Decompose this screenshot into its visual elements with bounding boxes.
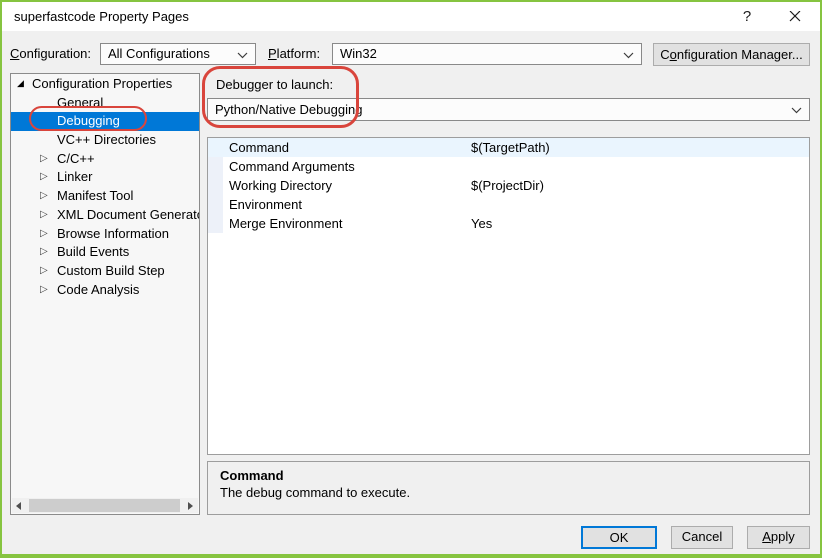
help-icon: ? (742, 8, 752, 25)
property-value-cell[interactable]: $(TargetPath) (464, 138, 809, 157)
window-border (0, 554, 822, 558)
tree-item-general[interactable]: General (11, 94, 199, 113)
tree-item-linker[interactable]: ▷ Linker (11, 168, 199, 187)
close-button[interactable] (780, 2, 810, 31)
tree-collapsed-icon[interactable]: ▷ (40, 225, 54, 244)
properties-tree: ◢ Configuration Properties General Debug… (10, 73, 200, 515)
property-value-cell[interactable] (464, 157, 809, 176)
grid-rows: Command $(TargetPath) Command Arguments … (208, 138, 809, 233)
property-row-command[interactable]: Command $(TargetPath) (208, 138, 809, 157)
help-button[interactable]: ? (732, 2, 762, 31)
property-name-cell[interactable]: Environment (223, 195, 464, 214)
tree-item-build-events[interactable]: ▷ Build Events (11, 243, 199, 262)
tree-item-c-cpp[interactable]: ▷ C/C++ (11, 150, 199, 169)
platform-combobox-value: Win32 (340, 46, 377, 61)
description-text: The debug command to execute. (220, 485, 411, 500)
property-name-cell[interactable]: Working Directory (223, 176, 464, 195)
platform-label: Platform: (268, 46, 321, 61)
property-name-cell[interactable]: Command Arguments (223, 157, 464, 176)
scroll-left-button[interactable] (12, 498, 27, 513)
tree-item-custom-build-step[interactable]: ▷ Custom Build Step (11, 262, 199, 281)
ok-button[interactable]: OK (581, 526, 657, 549)
property-name-cell[interactable]: Command (223, 138, 464, 157)
tree-collapsed-icon[interactable]: ▷ (40, 262, 54, 281)
tree-collapsed-icon[interactable]: ▷ (40, 150, 54, 169)
description-panel: Command The debug command to execute. (207, 461, 810, 515)
tree-collapsed-icon[interactable]: ▷ (40, 168, 54, 187)
platform-combobox[interactable]: Win32 (332, 43, 642, 65)
tree-item-configuration-properties[interactable]: ◢ Configuration Properties (11, 75, 199, 94)
window-title: superfastcode Property Pages (14, 9, 189, 24)
tree-item-debugging[interactable]: Debugging (11, 112, 199, 132)
tree-collapsed-icon[interactable]: ▷ (40, 281, 54, 300)
titlebar: superfastcode Property Pages ? (2, 2, 820, 31)
property-value-cell[interactable] (464, 195, 809, 214)
chevron-down-icon[interactable] (623, 52, 634, 59)
property-row-command-arguments[interactable]: Command Arguments (208, 157, 809, 176)
tree-item-code-analysis[interactable]: ▷ Code Analysis (11, 281, 199, 300)
tree-expanded-icon[interactable]: ◢ (17, 75, 31, 94)
configuration-combobox[interactable]: All Configurations (100, 43, 256, 65)
chevron-down-icon[interactable] (791, 107, 802, 114)
property-value-cell[interactable]: $(ProjectDir) (464, 176, 809, 195)
scrollbar-thumb[interactable] (29, 499, 180, 512)
configuration-manager-button[interactable]: Configuration Manager... (653, 43, 810, 66)
description-title: Command (220, 468, 284, 483)
cancel-button[interactable]: Cancel (671, 526, 733, 549)
left-arrow-icon (16, 502, 21, 510)
chevron-down-icon[interactable] (237, 52, 248, 59)
tree-collapsed-icon[interactable]: ▷ (40, 243, 54, 262)
property-pages-dialog: superfastcode Property Pages ? Configura… (0, 0, 822, 558)
tree-horizontal-scrollbar[interactable] (12, 498, 198, 513)
tree-item-vcpp-directories[interactable]: VC++ Directories (11, 131, 199, 150)
configuration-combobox-value: All Configurations (108, 46, 210, 61)
scroll-right-button[interactable] (183, 498, 198, 513)
tree-item-manifest-tool[interactable]: ▷ Manifest Tool (11, 187, 199, 206)
property-value-cell[interactable]: Yes (464, 214, 809, 233)
property-grid: Command $(TargetPath) Command Arguments … (207, 137, 810, 455)
debugger-combobox-value: Python/Native Debugging (215, 102, 363, 117)
property-row-environment[interactable]: Environment (208, 195, 809, 214)
property-name-cell[interactable]: Merge Environment (223, 214, 464, 233)
close-icon (780, 11, 810, 22)
debugger-combobox[interactable]: Python/Native Debugging (207, 98, 810, 121)
tree-item-browse-information[interactable]: ▷ Browse Information (11, 225, 199, 244)
tree-collapsed-icon[interactable]: ▷ (40, 206, 54, 225)
right-arrow-icon (188, 502, 193, 510)
tree-item-xml-document-generator[interactable]: ▷ XML Document Generator (11, 206, 199, 225)
property-row-working-directory[interactable]: Working Directory $(ProjectDir) (208, 176, 809, 195)
tree-rows: ◢ Configuration Properties General Debug… (11, 75, 199, 299)
property-row-merge-environment[interactable]: Merge Environment Yes (208, 214, 809, 233)
apply-button[interactable]: Apply (747, 526, 810, 549)
configuration-label: Configuration: (10, 46, 92, 61)
tree-collapsed-icon[interactable]: ▷ (40, 187, 54, 206)
debugger-to-launch-label: Debugger to launch: (216, 77, 334, 92)
